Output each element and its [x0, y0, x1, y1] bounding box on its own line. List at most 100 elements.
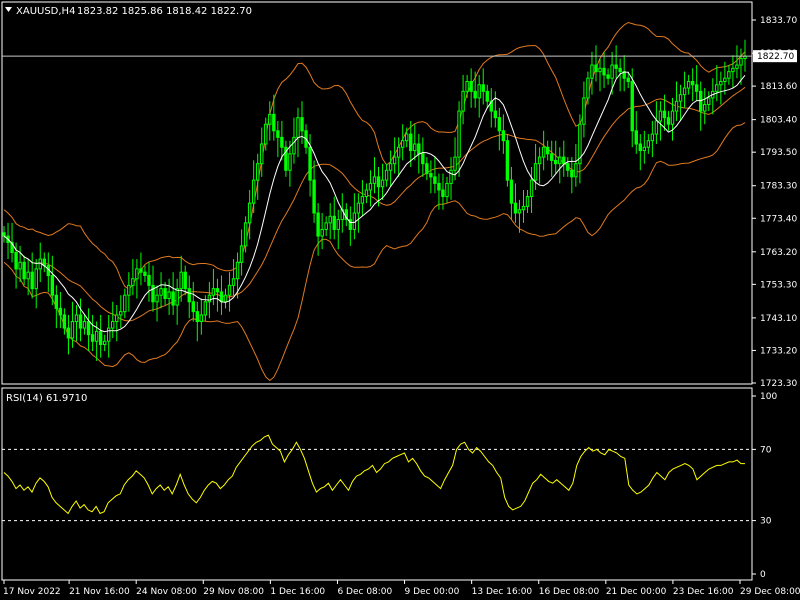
candle-body: [570, 169, 574, 178]
candle-body: [413, 143, 417, 152]
candle-body: [707, 97, 711, 106]
candle-body: [610, 64, 614, 79]
candle-body: [34, 268, 38, 290]
candle-body: [541, 146, 546, 158]
candle-body: [618, 67, 622, 73]
candle-body: [360, 196, 365, 204]
candle-body: [481, 84, 485, 92]
candle-body: [211, 288, 216, 296]
candle-body: [715, 84, 719, 92]
candle-body: [465, 80, 469, 92]
candle-body: [731, 67, 735, 73]
candle-body: [666, 117, 671, 125]
candle-body: [58, 307, 63, 316]
candle-body: [469, 80, 473, 92]
candle-body: [586, 77, 590, 99]
candle-body: [119, 311, 123, 316]
candle-body: [292, 136, 296, 155]
candle-body: [626, 77, 630, 82]
candle-body: [195, 311, 200, 323]
candle-body: [82, 321, 87, 329]
candle-body: [533, 163, 538, 181]
candle-body: [517, 209, 522, 214]
rsi-panel[interactable]: [1, 387, 753, 581]
candle-body: [107, 327, 111, 342]
candle-body: [143, 271, 147, 276]
candle-body: [405, 133, 409, 142]
candle-body: [219, 291, 224, 303]
candle-body: [376, 176, 381, 188]
candle-body: [509, 179, 514, 204]
symbol-label: XAUUSD,H4: [16, 6, 75, 17]
price-panel[interactable]: [1, 1, 753, 385]
candle-body: [26, 271, 30, 280]
candle-body: [280, 136, 284, 148]
candle-body: [175, 288, 179, 306]
candle-body: [545, 146, 550, 155]
candle-body: [650, 133, 655, 142]
ohlc-label: 1823.82 1825.86 1818.42 1822.70: [77, 6, 252, 17]
time-tick-label: 1 Dec 16:00: [270, 587, 325, 597]
candle-body: [703, 104, 707, 112]
price-tick-label: 1793.50: [760, 148, 797, 158]
candle-body: [392, 156, 397, 165]
candle-body: [316, 212, 320, 237]
candle-body: [159, 288, 163, 296]
candle-body: [421, 153, 425, 165]
candle-body: [62, 314, 67, 329]
candle-body: [187, 288, 191, 303]
candle-body: [634, 130, 638, 145]
candle-body: [324, 222, 328, 230]
time-tick-label: 29 Nov 08:00: [203, 587, 264, 597]
candle-body: [94, 330, 99, 342]
candle-body: [115, 314, 119, 323]
rsi-label: RSI(14) 61.9710: [6, 393, 87, 404]
candle-body: [485, 90, 489, 102]
candle-body: [441, 189, 445, 198]
candle-body: [18, 261, 22, 270]
candle-body: [727, 71, 731, 79]
candle-body: [437, 182, 441, 191]
candle-body: [203, 301, 208, 316]
candle-body: [686, 80, 691, 89]
candle-body: [525, 196, 530, 207]
candle-body: [328, 215, 332, 224]
candle-body: [554, 159, 558, 165]
candle-body: [674, 100, 679, 112]
time-tick-label: 24 Nov 08:00: [136, 587, 197, 597]
candle-body: [537, 156, 542, 165]
candle-body: [594, 64, 598, 73]
candle-body: [235, 261, 240, 280]
candle-body: [682, 87, 687, 96]
candle-body: [111, 321, 115, 329]
candle-body: [272, 113, 276, 132]
candle-body: [723, 77, 727, 82]
candle-body: [549, 153, 554, 161]
price-tick-label: 1783.30: [760, 182, 797, 192]
candle-body: [638, 143, 642, 152]
trading-chart[interactable]: 1833.701823.601813.601803.401793.501783.…: [0, 0, 800, 600]
price-axis: 1833.701823.601813.601803.401793.501783.…: [752, 16, 797, 389]
candle-body: [308, 146, 312, 181]
candle-body: [50, 274, 55, 296]
candle-body: [521, 205, 526, 211]
candle-body: [356, 202, 361, 214]
candle-body: [78, 314, 83, 329]
candle-body: [155, 294, 159, 303]
candle-body: [678, 94, 683, 102]
candle-body: [66, 327, 71, 339]
candle-body: [574, 163, 578, 178]
time-tick-label: 16 Dec 08:00: [539, 587, 600, 597]
candle-body: [74, 314, 79, 323]
candle-body: [227, 284, 232, 296]
candle-body: [396, 146, 401, 158]
candle-body: [42, 258, 46, 267]
candle-body: [368, 182, 373, 191]
candle-body: [662, 110, 667, 119]
candle-body: [312, 179, 316, 214]
price-tick-label: 1833.70: [760, 16, 797, 26]
candle-body: [493, 110, 498, 119]
candle-body: [598, 67, 602, 73]
rsi-tick-label: 30: [760, 517, 772, 527]
candle-body: [566, 163, 570, 171]
